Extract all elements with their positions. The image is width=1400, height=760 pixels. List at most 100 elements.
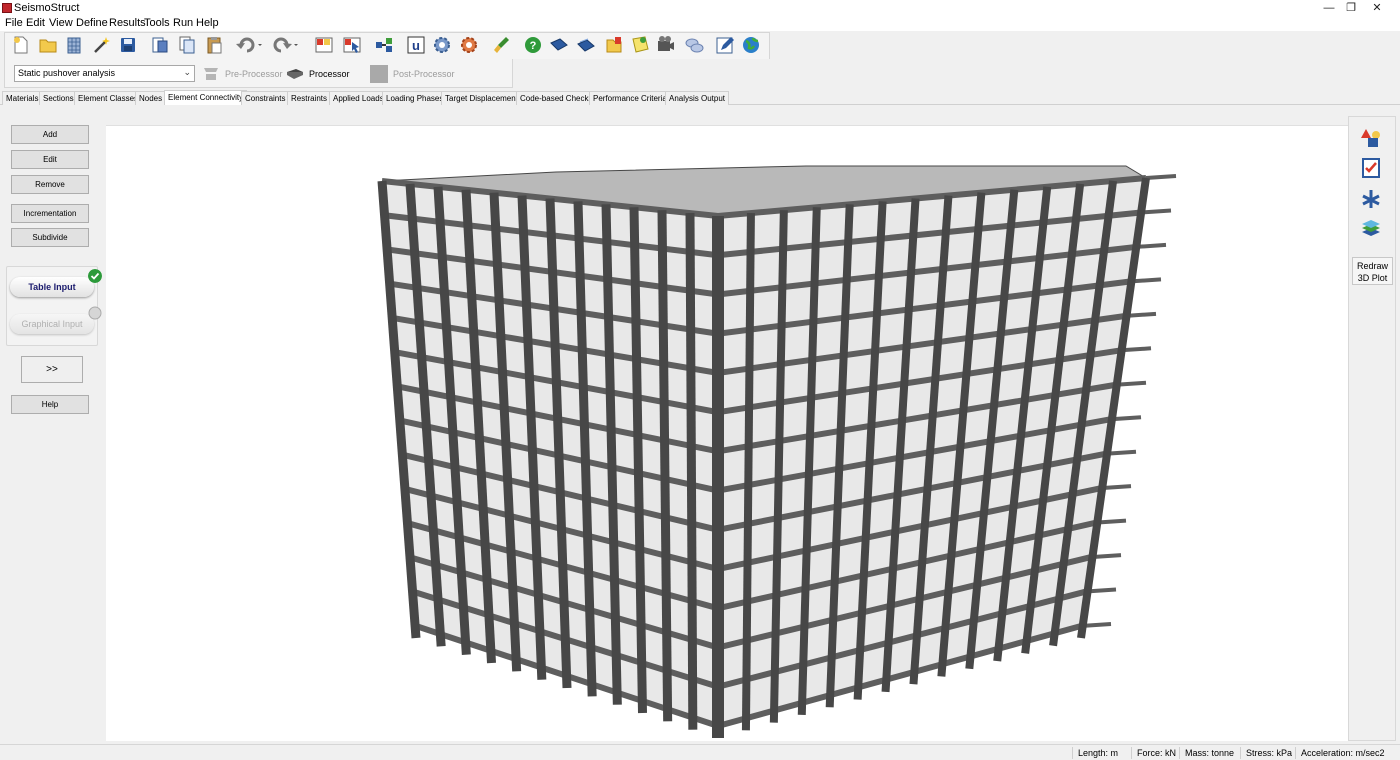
left-panel: Add Edit Remove Incrementation Subdivide…: [0, 116, 104, 744]
tab-materials[interactable]: Materials: [2, 91, 43, 105]
post-processor-icon: [370, 65, 388, 83]
redraw-label: Redraw: [1356, 261, 1388, 271]
menu-help[interactable]: Help: [196, 17, 219, 29]
3d-viewport[interactable]: [106, 125, 1348, 741]
right-panel: Redraw 3D Plot: [1348, 116, 1396, 741]
status-mass: Mass: tonne: [1179, 747, 1234, 759]
element-select-icon[interactable]: [342, 35, 362, 55]
copy-icon[interactable]: [177, 35, 197, 55]
menu-edit[interactable]: Edit: [26, 17, 45, 29]
menu-tools[interactable]: Tools: [144, 17, 170, 29]
column: [741, 213, 755, 731]
svg-text:?: ?: [530, 40, 537, 52]
tab-element-classes[interactable]: Element Classes: [74, 91, 143, 105]
column: [657, 210, 673, 722]
help-button[interactable]: Help: [11, 395, 89, 414]
checklist-icon[interactable]: [1360, 157, 1382, 179]
axes-icon[interactable]: [1360, 188, 1382, 210]
menu-view[interactable]: View: [49, 17, 73, 29]
edit-pencil-icon[interactable]: [715, 35, 735, 55]
paste-icon[interactable]: [204, 35, 224, 55]
subdivide-button[interactable]: Subdivide: [11, 228, 89, 247]
app-icon: [2, 3, 12, 13]
table-input-toggle[interactable]: Table Input: [10, 269, 102, 297]
u-icon[interactable]: u: [406, 35, 426, 55]
tab-applied-loads[interactable]: Applied Loads: [329, 91, 388, 105]
tab-restraints[interactable]: Restraints: [287, 91, 332, 105]
graphical-input-toggle[interactable]: Graphical Input: [10, 306, 102, 334]
processor-chip-icon: [287, 69, 303, 79]
status-acceleration: Acceleration: m/sec2: [1295, 747, 1385, 759]
analysis-bar: Static pushover analysis ⌄ Pre-Processor…: [0, 59, 1400, 89]
menu-run[interactable]: Run: [173, 17, 193, 29]
shapes-icon[interactable]: [1360, 127, 1382, 149]
menu-results[interactable]: Results: [109, 17, 146, 29]
tab-element-connectivity[interactable]: Element Connectivity: [164, 90, 248, 105]
tab-performance-criteria[interactable]: Performance Criteria: [589, 91, 671, 105]
tab-analysis-output[interactable]: Analysis Output: [665, 91, 730, 105]
chat-icon[interactable]: [684, 35, 704, 55]
help-icon[interactable]: ?: [523, 35, 543, 55]
table-input-label: Table Input: [28, 282, 76, 292]
analysis-group: Static pushover analysis ⌄ Pre-Processor…: [4, 59, 513, 88]
connectivity-icon[interactable]: [374, 35, 394, 55]
tab-code-based-checks[interactable]: Code-based Checks: [516, 91, 597, 105]
undo-icon[interactable]: [235, 35, 263, 55]
input-mode-panel: Table Input Graphical Input: [6, 266, 102, 346]
save-disk-icon[interactable]: [118, 35, 138, 55]
pre-processor-button[interactable]: Pre-Processor: [201, 64, 283, 84]
status-stress: Stress: kPa: [1240, 747, 1292, 759]
building-icon[interactable]: [64, 35, 84, 55]
processor-button[interactable]: Processor: [285, 64, 365, 84]
analysis-type-value: Static pushover analysis: [18, 68, 116, 78]
advanced-settings-icon[interactable]: [459, 35, 479, 55]
redo-icon[interactable]: [271, 35, 299, 55]
expand-button[interactable]: >>: [21, 356, 83, 383]
incrementation-button[interactable]: Incrementation: [11, 204, 89, 223]
toolbar: u ?: [0, 31, 1400, 59]
menu-file[interactable]: File: [5, 17, 23, 29]
building-3d-model[interactable]: [106, 126, 1348, 742]
globe-icon[interactable]: [741, 35, 761, 55]
pre-processor-icon: [204, 68, 218, 80]
title-bar: SeismoStruct — ❐ ✕: [0, 0, 1400, 16]
brush-icon[interactable]: [491, 35, 511, 55]
movie-icon[interactable]: [656, 35, 676, 55]
menu-define[interactable]: Define: [76, 17, 108, 29]
edit-button[interactable]: Edit: [11, 150, 89, 169]
status-force: Force: kN: [1131, 747, 1176, 759]
balcony-slab: [1140, 208, 1172, 215]
tab-constraints[interactable]: Constraints: [241, 91, 290, 105]
analysis-type-select[interactable]: Static pushover analysis ⌄: [14, 65, 195, 82]
tab-sections[interactable]: Sections: [39, 91, 78, 105]
add-button[interactable]: Add: [11, 125, 89, 144]
report-icon[interactable]: [150, 35, 170, 55]
wizard-wand-icon[interactable]: [91, 35, 111, 55]
status-length: Length: m: [1072, 747, 1118, 759]
notes-icon[interactable]: [630, 35, 650, 55]
tab-nodes[interactable]: Nodes: [135, 91, 167, 105]
graphical-input-label: Graphical Input: [21, 319, 83, 329]
redraw-3d-plot-button[interactable]: Redraw 3D Plot: [1352, 257, 1393, 285]
post-processor-button[interactable]: Post-Processor: [369, 64, 459, 84]
remove-button[interactable]: Remove: [11, 175, 89, 194]
element-grid-icon[interactable]: [314, 35, 334, 55]
tab-loading-phases[interactable]: Loading Phases: [382, 91, 448, 105]
layers-icon[interactable]: [1360, 217, 1382, 239]
folder-icon[interactable]: [604, 35, 624, 55]
balcony-slab: [1145, 174, 1177, 180]
chevron-down-icon: ⌄: [183, 67, 191, 77]
book-icon[interactable]: [549, 35, 569, 55]
column: [685, 213, 698, 730]
tab-target-displacement[interactable]: Target Displacement: [441, 91, 522, 105]
new-file-icon[interactable]: [11, 35, 31, 55]
redraw-label-2: 3D Plot: [1357, 273, 1388, 283]
status-bar: Length: m Force: kN Mass: tonne Stress: …: [0, 744, 1400, 760]
window-title: SeismoStruct: [14, 2, 80, 14]
close-button[interactable]: ✕: [1354, 0, 1400, 16]
svg-text:u: u: [412, 38, 420, 53]
settings-gear-icon[interactable]: [432, 35, 452, 55]
books-icon[interactable]: [576, 35, 596, 55]
menu-bar: File Edit View Define Results Tools Run …: [0, 16, 1400, 31]
open-folder-icon[interactable]: [38, 35, 58, 55]
